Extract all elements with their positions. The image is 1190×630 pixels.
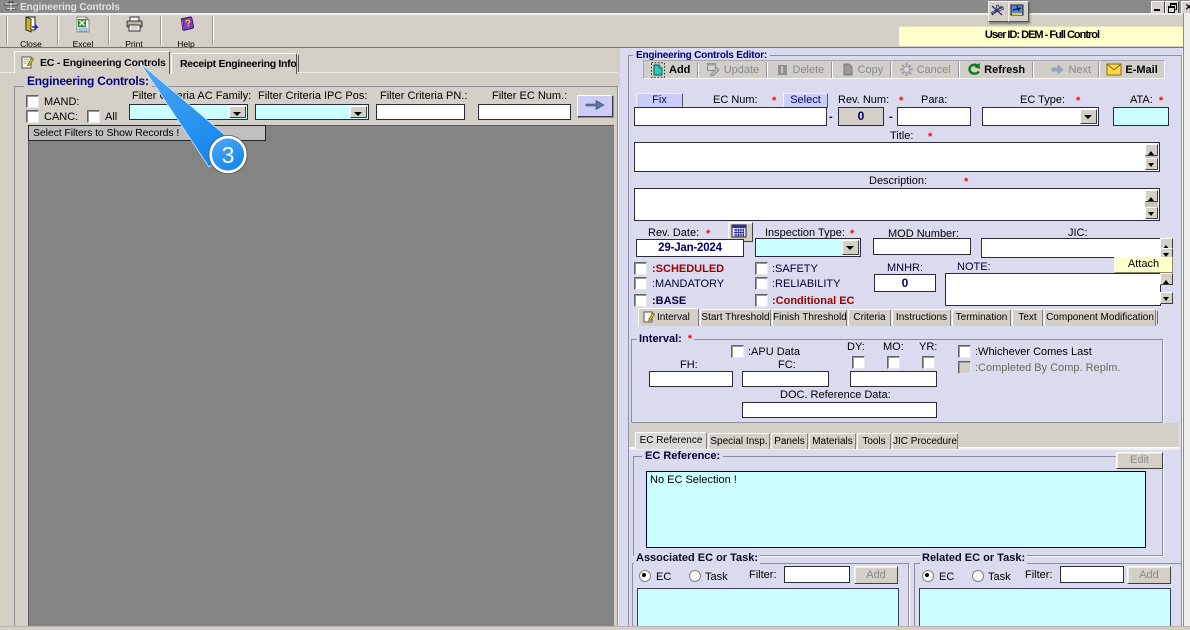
- svg-text:3: 3: [222, 142, 235, 168]
